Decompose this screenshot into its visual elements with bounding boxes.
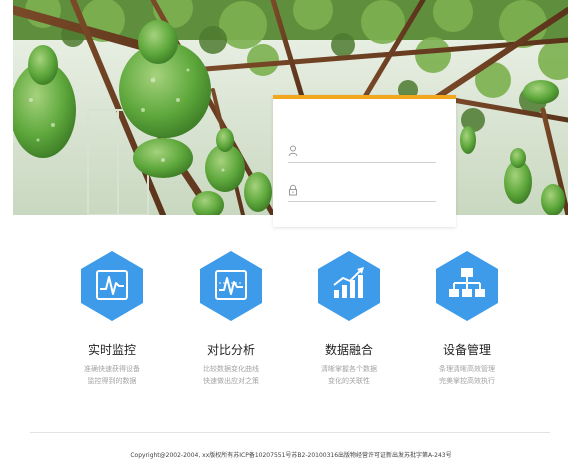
feature-desc-line: 清晰掌握各个数据 [321, 365, 377, 373]
compare-chart-icon [200, 251, 262, 321]
feature-description: 准确快速获得设备 监控得到的数据 [52, 363, 172, 387]
feature-description: 条理清晰高效管理 完美掌控高效执行 [407, 363, 527, 387]
monitor-chart-icon [81, 251, 143, 321]
feature-title: 对比分析 [206, 343, 255, 357]
feature-desc-line: 完美掌控高效执行 [439, 377, 495, 385]
feature-title: 设备管理 [442, 343, 491, 357]
feature-title: 实时监控 [87, 343, 136, 357]
feature-data-fusion: 数据融合 清晰掌握各个数据 变化的关联性 [289, 250, 409, 387]
feature-description: 比较数据变化曲线 快速做出应对之策 [171, 363, 291, 387]
feature-desc-line: 快速做出应对之策 [203, 377, 259, 385]
feature-desc-line: 条理清晰高效管理 [439, 365, 495, 373]
feature-desc-line: 比较数据变化曲线 [203, 365, 259, 373]
feature-description: 清晰掌握各个数据 变化的关联性 [289, 363, 409, 387]
feature-title: 数据融合 [324, 343, 373, 357]
copyright-text: Copyright@2002-2004, xx版权所有苏ICP备10207551… [130, 452, 452, 459]
feature-desc-line: 监控得到的数据 [87, 377, 137, 385]
login-card [273, 95, 456, 227]
feature-comparison-analysis: 对比分析 比较数据变化曲线 快速做出应对之策 [171, 250, 291, 387]
username-input[interactable] [304, 143, 434, 160]
user-icon [288, 145, 298, 157]
feature-desc-line: 准确快速获得设备 [84, 365, 140, 373]
feature-realtime-monitoring: 实时监控 准确快速获得设备 监控得到的数据 [52, 250, 172, 387]
username-field [288, 141, 436, 163]
footer-divider [30, 432, 550, 433]
feature-device-management: 设备管理 条理清晰高效管理 完美掌控高效执行 [407, 250, 527, 387]
password-input[interactable] [304, 182, 434, 199]
lock-icon [289, 184, 297, 196]
bar-growth-icon [318, 251, 380, 321]
feature-desc-line: 变化的关联性 [328, 377, 370, 385]
password-field [288, 180, 436, 202]
org-tree-icon [436, 251, 498, 321]
